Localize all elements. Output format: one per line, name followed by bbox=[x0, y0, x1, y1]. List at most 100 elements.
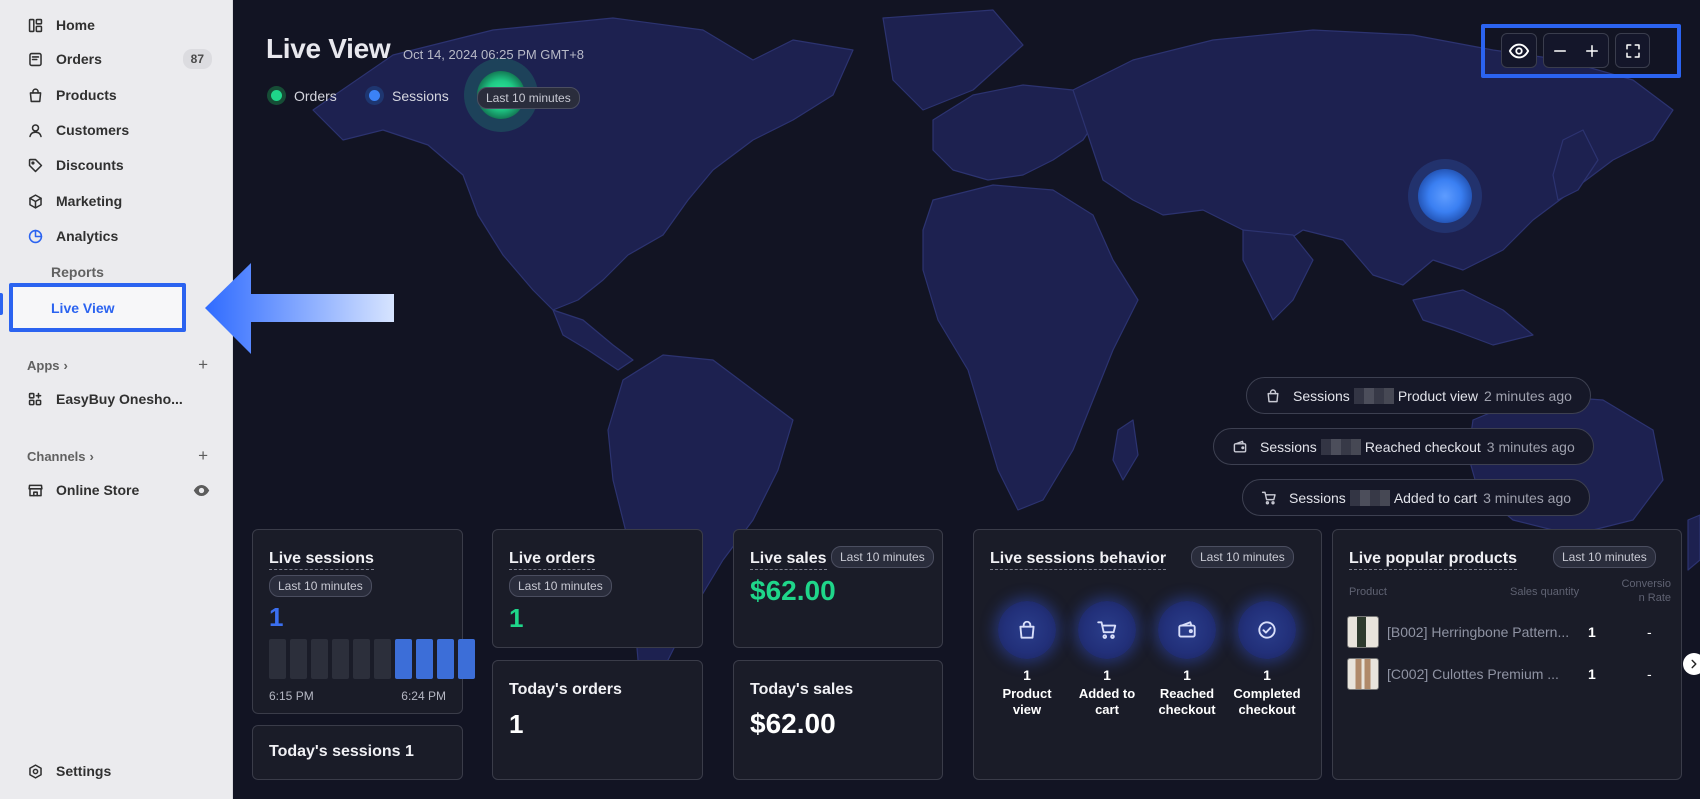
sessions-sparkline bbox=[269, 639, 475, 679]
cart-icon bbox=[1261, 490, 1277, 506]
card-title[interactable]: Live orders bbox=[509, 550, 596, 570]
sidebar-item-marketing[interactable]: Marketing bbox=[14, 186, 220, 216]
apps-grid-icon bbox=[24, 388, 46, 410]
sparkline-bar bbox=[395, 639, 412, 679]
live-orders-card: Live orders Last 10 minutes 1 bbox=[492, 529, 703, 648]
scroll-right-button[interactable] bbox=[1683, 653, 1700, 675]
live-sales-value: $62.00 bbox=[750, 575, 836, 606]
page-timestamp: Oct 14, 2024 06:25 PM GMT+8 bbox=[403, 47, 585, 62]
sessions-dot-icon bbox=[365, 86, 384, 105]
behavior-label: Added to cart bbox=[1078, 686, 1136, 717]
apps-section-header[interactable]: Apps › bbox=[27, 358, 68, 373]
time-range-badge: Last 10 minutes bbox=[269, 575, 372, 597]
product-thumbnail bbox=[1347, 658, 1379, 690]
continent-central-america bbox=[552, 309, 634, 371]
add-channel-button[interactable]: + bbox=[198, 446, 208, 466]
add-app-button[interactable]: + bbox=[198, 355, 208, 375]
session-location-dot bbox=[1418, 169, 1472, 223]
card-title[interactable]: Live sessions behavior bbox=[990, 550, 1167, 570]
marketing-icon bbox=[24, 190, 46, 212]
sparkline-bar bbox=[458, 639, 475, 679]
active-indicator bbox=[0, 293, 3, 315]
sidebar-item-online-store[interactable]: Online Store bbox=[14, 475, 220, 505]
popular-products-card: Live popular products Last 10 minutes Pr… bbox=[1332, 529, 1682, 780]
today-sales-value: $62.00 bbox=[750, 708, 836, 739]
card-title: Today's sessions 1 bbox=[269, 743, 414, 760]
table-row[interactable]: [C002] Culottes Premium ... 1 - bbox=[1347, 657, 1657, 691]
sidebar: Home Orders 87 Products Customers Discou… bbox=[0, 0, 233, 799]
product-rate: - bbox=[1647, 624, 1652, 640]
zoom-in-button[interactable] bbox=[1576, 42, 1608, 60]
activity-action: Reached checkout bbox=[1364, 438, 1481, 455]
behavior-value: 1 bbox=[1263, 667, 1271, 683]
products-icon bbox=[24, 84, 46, 106]
sparkline-bar bbox=[416, 639, 433, 679]
apps-header-label: Apps bbox=[27, 358, 60, 373]
sidebar-item-customers[interactable]: Customers bbox=[14, 115, 220, 145]
legend-orders-label: Orders bbox=[294, 87, 337, 104]
sidebar-item-label: Settings bbox=[56, 763, 112, 779]
map-controls-highlight bbox=[1481, 24, 1681, 78]
zoom-out-button[interactable] bbox=[1544, 42, 1576, 60]
today-sessions-card: Today's sessions 1 bbox=[252, 725, 463, 780]
column-header-product: Product bbox=[1349, 586, 1387, 598]
fullscreen-button[interactable] bbox=[1615, 33, 1650, 68]
product-rate: - bbox=[1647, 666, 1652, 682]
time-range-badge: Last 10 minutes bbox=[1191, 546, 1294, 568]
check-circle-icon bbox=[1238, 601, 1296, 659]
sparkline-bar bbox=[374, 639, 391, 679]
behavior-completed-checkout: 1 Completed checkout bbox=[1227, 601, 1307, 718]
activity-action: Product view bbox=[1397, 387, 1478, 404]
orders-dot-icon bbox=[267, 86, 286, 105]
table-row[interactable]: [B002] Herringbone Pattern... 1 - bbox=[1347, 615, 1657, 649]
sidebar-item-home[interactable]: Home bbox=[14, 10, 220, 40]
sidebar-item-label: Analytics bbox=[56, 228, 119, 244]
sidebar-item-label: Products bbox=[56, 87, 117, 103]
legend-sessions-label: Sessions bbox=[392, 87, 449, 104]
orders-count-badge: 87 bbox=[182, 49, 212, 69]
sidebar-item-discounts[interactable]: Discounts bbox=[14, 150, 220, 180]
toggle-visibility-button[interactable] bbox=[1501, 33, 1537, 68]
activity-prefix: Sessions bbox=[1293, 387, 1350, 404]
behavior-value: 1 bbox=[1023, 667, 1031, 683]
redacted-session-id bbox=[1320, 438, 1361, 455]
island-madagascar bbox=[1112, 419, 1139, 481]
sidebar-item-orders[interactable]: Orders 87 bbox=[14, 44, 220, 74]
discounts-icon bbox=[24, 154, 46, 176]
continent-south-america bbox=[607, 354, 794, 701]
time-range-badge: Last 10 minutes bbox=[1553, 546, 1656, 568]
activity-item: Sessions Reached checkout 3 minutes ago bbox=[1213, 428, 1594, 465]
card-title: Today's sales bbox=[750, 681, 854, 698]
card-title[interactable]: Live popular products bbox=[1349, 550, 1518, 570]
sidebar-item-label: Discounts bbox=[56, 157, 124, 173]
card-title: Today's orders bbox=[509, 681, 622, 698]
column-header-conversion-rate: Conversio n Rate bbox=[1621, 578, 1671, 604]
product-qty: 1 bbox=[1588, 666, 1596, 682]
behavior-product-view: 1 Product view bbox=[987, 601, 1067, 718]
activity-action: Added to cart bbox=[1393, 489, 1478, 506]
card-title[interactable]: Live sales bbox=[750, 550, 827, 570]
continent-africa bbox=[922, 184, 1139, 511]
orders-icon bbox=[24, 48, 46, 70]
redacted-session-id bbox=[1349, 489, 1390, 506]
channels-header-label: Channels bbox=[27, 449, 86, 464]
sidebar-item-settings[interactable]: Settings bbox=[14, 756, 220, 786]
eye-icon[interactable] bbox=[193, 482, 210, 499]
sidebar-item-analytics[interactable]: Analytics bbox=[14, 221, 220, 251]
annotation-arrow-left bbox=[205, 263, 394, 354]
product-qty: 1 bbox=[1588, 624, 1596, 640]
sidebar-item-label: Orders bbox=[56, 51, 102, 67]
sidebar-item-products[interactable]: Products bbox=[14, 80, 220, 110]
sidebar-subitem-live-view[interactable]: Live View bbox=[9, 283, 186, 332]
app-root: Home Orders 87 Products Customers Discou… bbox=[0, 0, 1700, 799]
fullscreen-icon bbox=[1624, 42, 1642, 60]
activity-time: 3 minutes ago bbox=[1486, 438, 1575, 455]
sidebar-item-label: Online Store bbox=[56, 482, 140, 498]
card-title[interactable]: Live sessions bbox=[269, 550, 374, 570]
sidebar-item-label: Customers bbox=[56, 122, 130, 138]
bag-icon bbox=[1265, 388, 1281, 404]
sidebar-item-easybuy[interactable]: EasyBuy Onesho... bbox=[14, 384, 220, 414]
product-thumbnail bbox=[1347, 616, 1379, 648]
channels-section-header[interactable]: Channels › bbox=[27, 449, 94, 464]
sidebar-subitem-reports[interactable]: Reports bbox=[51, 264, 104, 280]
